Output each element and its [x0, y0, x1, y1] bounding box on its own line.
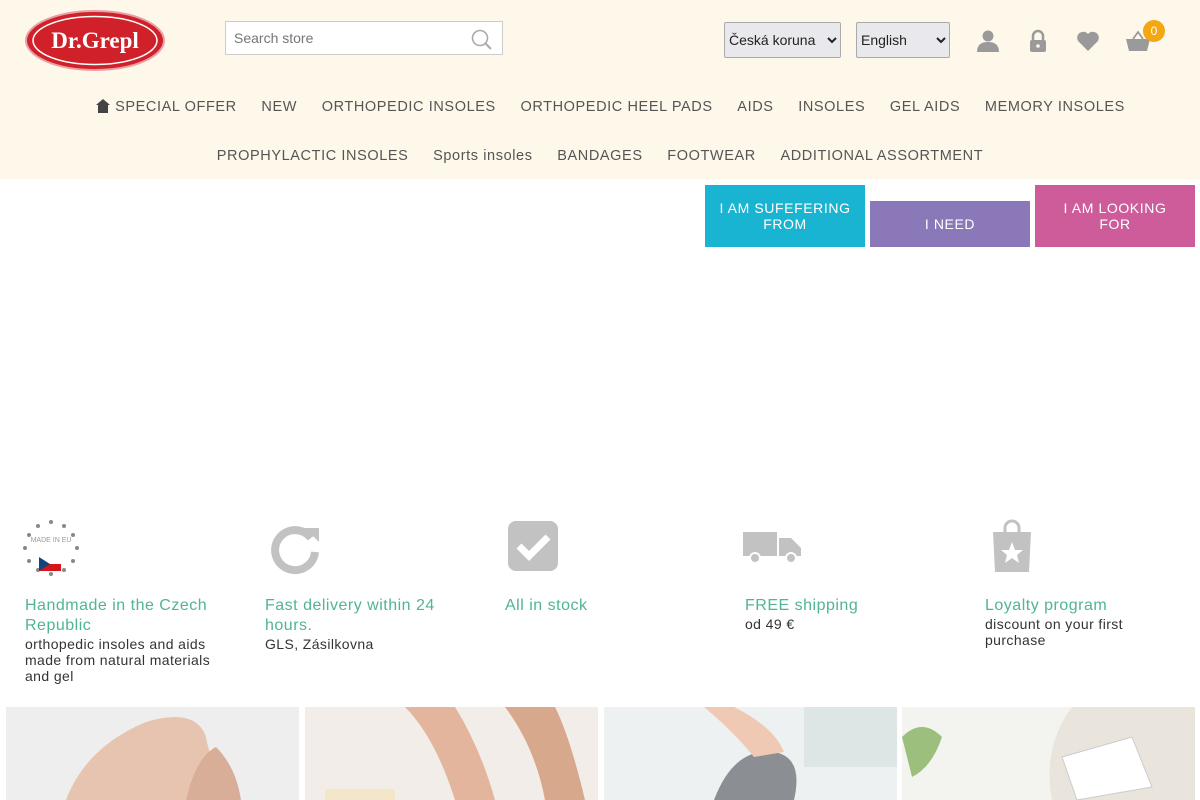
search-icon[interactable]	[470, 28, 494, 52]
heart-icon[interactable]	[1075, 28, 1101, 54]
logo-text: Dr.Grepl	[51, 28, 139, 53]
nav-item-bandages[interactable]: BANDAGES	[557, 148, 642, 164]
shopping-bag-star-icon	[993, 519, 1031, 572]
refresh-icon	[271, 526, 319, 575]
feature-subtitle: od 49 €	[745, 616, 795, 632]
currency-select[interactable]: Česká koruna	[724, 22, 841, 58]
feature-fast-delivery: Fast delivery within 24 hours. GLS, Zási…	[265, 518, 455, 652]
banner-image	[604, 707, 897, 800]
nav-item-prophylactic-insoles[interactable]: PROPHYLACTIC INSOLES	[217, 148, 409, 164]
nav-item-insoles[interactable]: INSOLES	[798, 99, 865, 115]
cart-count-badge[interactable]: 0	[1143, 20, 1165, 42]
cta-suffering-button[interactable]: I AM SUFEFERING FROM	[705, 185, 865, 247]
feature-loyalty: Loyalty program discount on your first p…	[985, 518, 1175, 648]
nav-item-aids[interactable]: AIDS	[737, 99, 773, 115]
truck-icon	[743, 532, 801, 564]
check-icon	[508, 521, 558, 571]
made-in-eu-icon: MADE IN EU	[23, 520, 79, 576]
nav-item-footwear[interactable]: FOOTWEAR	[667, 148, 756, 164]
feature-title: Fast delivery within 24 hours.	[265, 597, 435, 634]
feature-title: All in stock	[505, 597, 588, 614]
user-icon[interactable]	[975, 28, 1001, 54]
feature-subtitle: orthopedic insoles and aids made from na…	[25, 636, 211, 684]
cta-suffering-label: I AM SUFEFERING FROM	[719, 200, 851, 232]
feature-title: FREE shipping	[745, 597, 859, 614]
feature-free-shipping: FREE shipping od 49 €	[743, 518, 935, 632]
nav-item-new[interactable]: NEW	[261, 99, 297, 115]
cta-looking-button[interactable]: I AM LOOKING FOR	[1035, 185, 1195, 247]
lock-icon[interactable]	[1025, 28, 1051, 54]
main-nav-row-1: SPECIAL OFFER NEW ORTHOPEDIC INSOLES ORT…	[0, 99, 1200, 115]
cta-looking-label: I AM LOOKING FOR	[1063, 200, 1167, 232]
banner-image	[6, 707, 299, 800]
feature-title: Handmade in the Czech Republic	[25, 597, 208, 634]
language-select[interactable]: English	[856, 22, 950, 58]
nav-item-special-offer[interactable]: SPECIAL OFFER	[115, 99, 237, 115]
category-banner-heel[interactable]	[6, 707, 299, 800]
nav-item-memory-insoles[interactable]: MEMORY INSOLES	[985, 99, 1125, 115]
feature-in-stock: All in stock	[505, 518, 695, 616]
category-banner-sock[interactable]	[604, 707, 897, 800]
banner-image	[902, 707, 1195, 800]
logo[interactable]: Dr.Grepl	[25, 10, 165, 71]
category-banner-reading[interactable]	[902, 707, 1195, 800]
cta-need-button[interactable]: I NEED	[870, 201, 1030, 247]
search-box	[225, 21, 503, 55]
cta-need-label: I NEED	[924, 216, 976, 232]
nav-item-sports-insoles[interactable]: Sports insoles	[433, 148, 532, 164]
main-nav-row-2: PROPHYLACTIC INSOLES Sports insoles BAND…	[0, 148, 1200, 164]
feature-subtitle: GLS, Zásilkovna	[265, 636, 374, 652]
category-banner-feet[interactable]	[305, 707, 598, 800]
feature-title: Loyalty program	[985, 597, 1108, 614]
nav-item-orthopedic-heel-pads[interactable]: ORTHOPEDIC HEEL PADS	[520, 99, 712, 115]
nav-item-gel-aids[interactable]: GEL AIDS	[890, 99, 960, 115]
feature-subtitle: discount on your first purchase	[985, 616, 1123, 648]
feature-handmade: MADE IN EU Handmade in the Czech Republi…	[23, 518, 215, 684]
banner-image	[305, 707, 598, 800]
made-in-eu-badge-text: MADE IN EU	[31, 537, 72, 544]
search-input[interactable]	[226, 22, 482, 54]
nav-item-orthopedic-insoles[interactable]: ORTHOPEDIC INSOLES	[322, 99, 496, 115]
nav-item-additional-assortment[interactable]: ADDITIONAL ASSORTMENT	[780, 148, 983, 164]
